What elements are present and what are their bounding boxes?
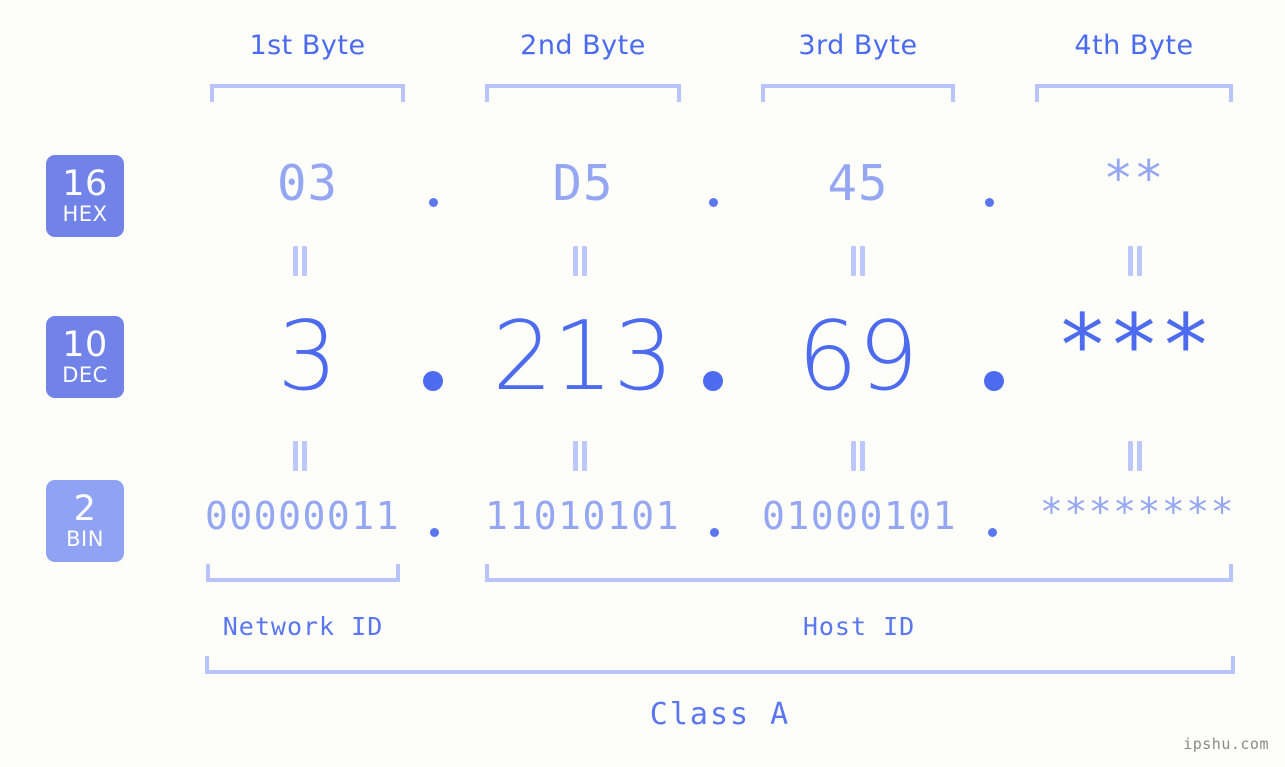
byte-header-2: 2nd Byte xyxy=(485,30,681,61)
dec-separator-2 xyxy=(703,371,723,391)
hex-separator-3 xyxy=(985,198,994,207)
dec-separator-3 xyxy=(984,371,1004,391)
bin-byte-2-value: 11010101 xyxy=(484,494,681,538)
site-watermark: ipshu.com xyxy=(1183,735,1269,753)
host-id-label: Host ID xyxy=(485,612,1233,641)
radix-badge-dec: 10 DEC xyxy=(46,316,124,398)
network-id-text: Network ID xyxy=(222,612,384,641)
class-bracket xyxy=(205,656,1235,674)
equivalence-mark-hex-dec-3 xyxy=(850,246,866,276)
radix-badge-dec-label: DEC xyxy=(62,363,108,387)
bin-separator-3 xyxy=(988,528,997,537)
radix-badge-hex-number: 16 xyxy=(62,164,108,204)
class-text: Class A xyxy=(649,697,791,732)
byte-header-3-label: 3rd Byte xyxy=(798,30,918,61)
equivalence-mark-dec-bin-2 xyxy=(572,441,588,471)
hex-separator-2 xyxy=(709,198,718,207)
byte-2-bracket xyxy=(485,84,681,102)
hex-byte-2-value: D5 xyxy=(552,155,614,212)
dec-byte-4-value: *** xyxy=(1056,296,1212,396)
equivalence-mark-hex-dec-1 xyxy=(292,246,308,276)
radix-badge-hex-label: HEX xyxy=(62,202,108,226)
byte-header-4-label: 4th Byte xyxy=(1074,30,1194,61)
bin-byte-4-value: ******** xyxy=(1039,490,1236,534)
equivalence-mark-hex-dec-2 xyxy=(572,246,588,276)
bin-separator-1 xyxy=(430,528,439,537)
hex-byte-4-value: ** xyxy=(1103,150,1165,207)
radix-badge-bin-number: 2 xyxy=(73,489,97,529)
equivalence-mark-dec-bin-1 xyxy=(292,441,308,471)
host-id-bracket xyxy=(485,564,1233,582)
dec-byte-2-value: 213 xyxy=(492,302,674,412)
byte-4-bracket xyxy=(1035,84,1233,102)
bin-byte-3-value: 01000101 xyxy=(761,494,958,538)
dec-byte-3-value: 69 xyxy=(797,302,919,412)
radix-badge-dec-number: 10 xyxy=(62,325,108,365)
dec-separator-1 xyxy=(423,371,443,391)
byte-header-2-label: 2nd Byte xyxy=(520,30,646,61)
byte-1-bracket xyxy=(210,84,405,102)
network-id-label: Network ID xyxy=(206,612,400,641)
radix-badge-bin: 2 BIN xyxy=(46,480,124,562)
equivalence-mark-dec-bin-4 xyxy=(1127,441,1143,471)
radix-badge-hex: 16 HEX xyxy=(46,155,124,237)
byte-3-bracket xyxy=(761,84,955,102)
hex-separator-1 xyxy=(429,198,438,207)
hex-byte-3-value: 45 xyxy=(827,155,889,212)
byte-header-3: 3rd Byte xyxy=(761,30,955,61)
class-label: Class A xyxy=(205,697,1235,732)
equivalence-mark-dec-bin-3 xyxy=(850,441,866,471)
hex-byte-1-value: 03 xyxy=(276,155,338,212)
byte-header-4: 4th Byte xyxy=(1035,30,1233,61)
bin-separator-2 xyxy=(710,528,719,537)
equivalence-mark-hex-dec-4 xyxy=(1127,246,1143,276)
dec-byte-1-value: 3 xyxy=(277,302,338,412)
host-id-text: Host ID xyxy=(802,612,916,641)
network-id-bracket xyxy=(206,564,400,582)
byte-header-1: 1st Byte xyxy=(210,30,405,61)
radix-badge-bin-label: BIN xyxy=(66,527,104,551)
byte-header-1-label: 1st Byte xyxy=(249,30,366,61)
bin-byte-1-value: 00000011 xyxy=(204,494,401,538)
